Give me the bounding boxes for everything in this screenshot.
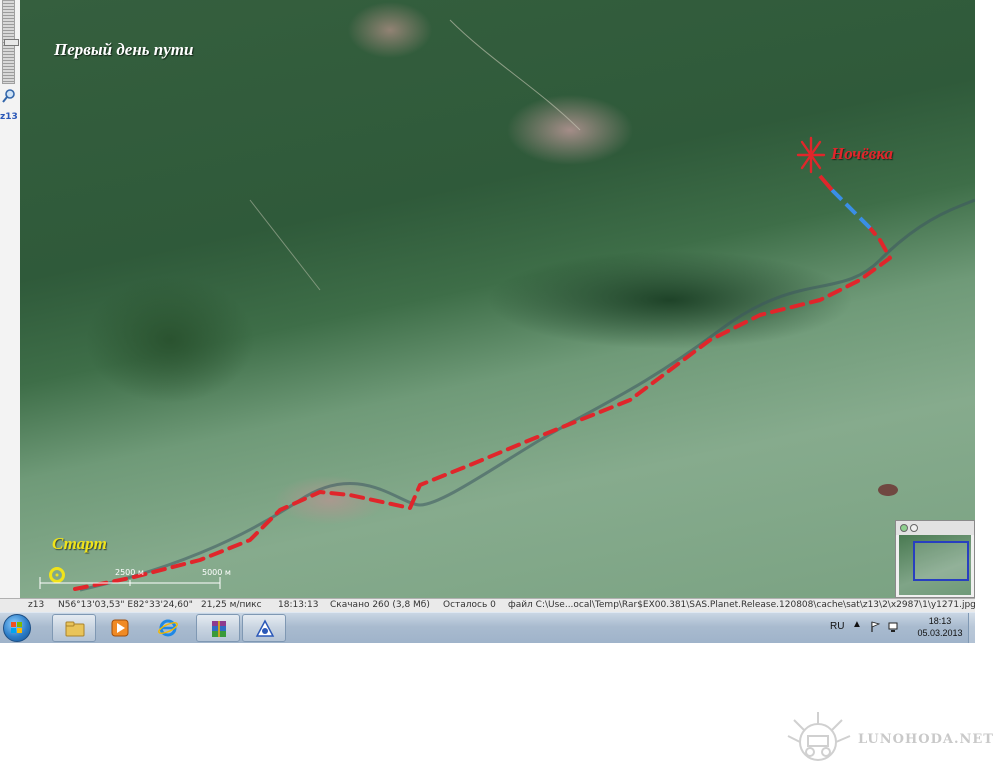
winrar-icon [212,621,226,637]
start-button[interactable] [3,614,31,642]
minimap-header [896,521,974,535]
status-time: 18:13:13 [278,600,319,610]
minimap[interactable] [895,520,975,598]
folder-icon [65,621,85,637]
overnight-star-icon[interactable] [796,136,826,174]
status-resolution: 21,25 м/пикс [201,600,262,610]
route-end-segment [818,174,834,192]
taskbar-app-explorer[interactable] [52,614,96,642]
satellite-map[interactable]: Первый день пути Ночёвка Старт 2500 м 50… [20,0,975,598]
windows-logo-icon [11,622,22,633]
scale-bar [39,577,221,589]
minimap-zoom-in-icon[interactable] [900,524,908,532]
watermark: LUNOHODA.NET [780,706,1000,776]
taskbar-app-sasplanet[interactable] [242,614,286,642]
river-line [79,198,975,592]
map-title: Первый день пути [54,40,194,59]
zoom-level-label: z13 [0,112,18,122]
keyboard-language-indicator[interactable]: RU [830,621,844,632]
status-bar: z13 N56°13'03,53" E82°33'24,60" 21,25 м/… [0,598,975,613]
watermark-text: LUNOHODA.NET [858,732,994,747]
taskbar-app-media[interactable] [98,614,142,642]
taskbar-app-winrar[interactable] [196,614,240,642]
sas-planet-icon [255,619,275,637]
media-player-icon [111,619,129,637]
status-zoom: z13 [28,600,45,610]
route-last-segment [830,188,872,230]
zoom-panel: z13 [0,0,21,600]
start-marker-center [55,573,59,577]
minimap-viewport-frame[interactable] [913,541,969,581]
zoom-slider[interactable] [2,0,19,84]
start-label: Старт [52,534,107,553]
status-file-path: файл C:\Use...ocal\Temp\Rar$EX00.381\SAS… [508,600,975,610]
forest-track [249,199,321,291]
network-icon[interactable] [888,621,899,633]
scale-label-2: 5000 м [202,568,231,577]
action-center-flag-icon[interactable] [870,621,881,633]
show-desktop-button[interactable] [968,613,976,643]
show-hidden-icons-icon[interactable]: ▲ [852,619,862,630]
scale-label-1: 2500 м [115,568,144,577]
map-overlay [39,19,975,592]
status-coordinates: N56°13'03,53" E82°33'24,60" [58,600,193,610]
clock-date[interactable]: 05.03.2013 [913,628,967,638]
minimap-view[interactable] [899,535,971,595]
taskbar: RU ▲ 18:13 05.03.2013 [0,612,976,643]
internet-explorer-icon [158,619,178,637]
minimap-zoom-out-icon[interactable] [910,524,918,532]
status-remaining: Осталось 0 [443,600,496,610]
route-line [73,226,892,591]
zoom-slider-thumb[interactable] [4,39,19,46]
status-downloaded: Скачано 260 (3,8 Мб) [330,600,430,610]
forest-track [449,19,581,131]
taskbar-app-ie[interactable] [146,614,190,642]
magnifier-icon[interactable] [1,88,17,104]
lunohoda-logo-icon [787,712,851,761]
overnight-label: Ночёвка [831,144,894,163]
lake [878,484,898,496]
clock-time[interactable]: 18:13 [915,616,965,626]
